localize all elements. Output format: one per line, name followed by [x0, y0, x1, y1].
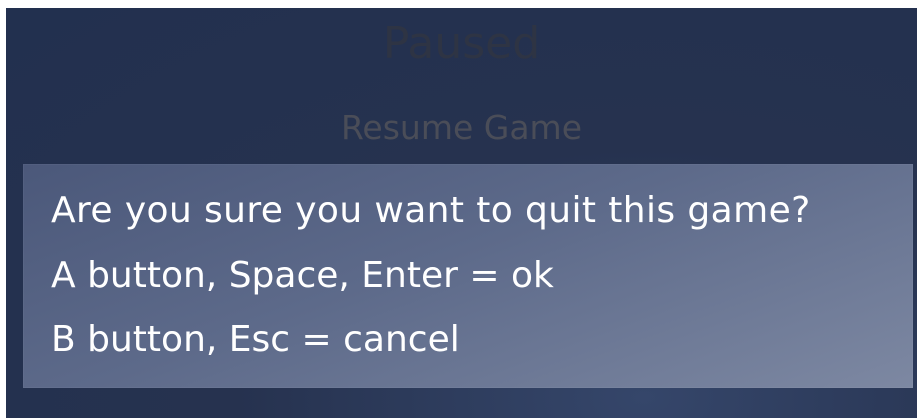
- pause-title: Paused: [382, 18, 541, 69]
- game-screen: Paused Resume Game Are you sure you want…: [6, 8, 917, 418]
- cancel-hint: B button, Esc = cancel: [51, 319, 460, 360]
- quit-question: Are you sure you want to quit this game?: [51, 190, 811, 231]
- quit-confirmation-dialog: Are you sure you want to quit this game?…: [23, 164, 913, 388]
- resume-game-menu-item[interactable]: Resume Game: [6, 106, 917, 150]
- confirm-hint: A button, Space, Enter = ok: [51, 255, 554, 296]
